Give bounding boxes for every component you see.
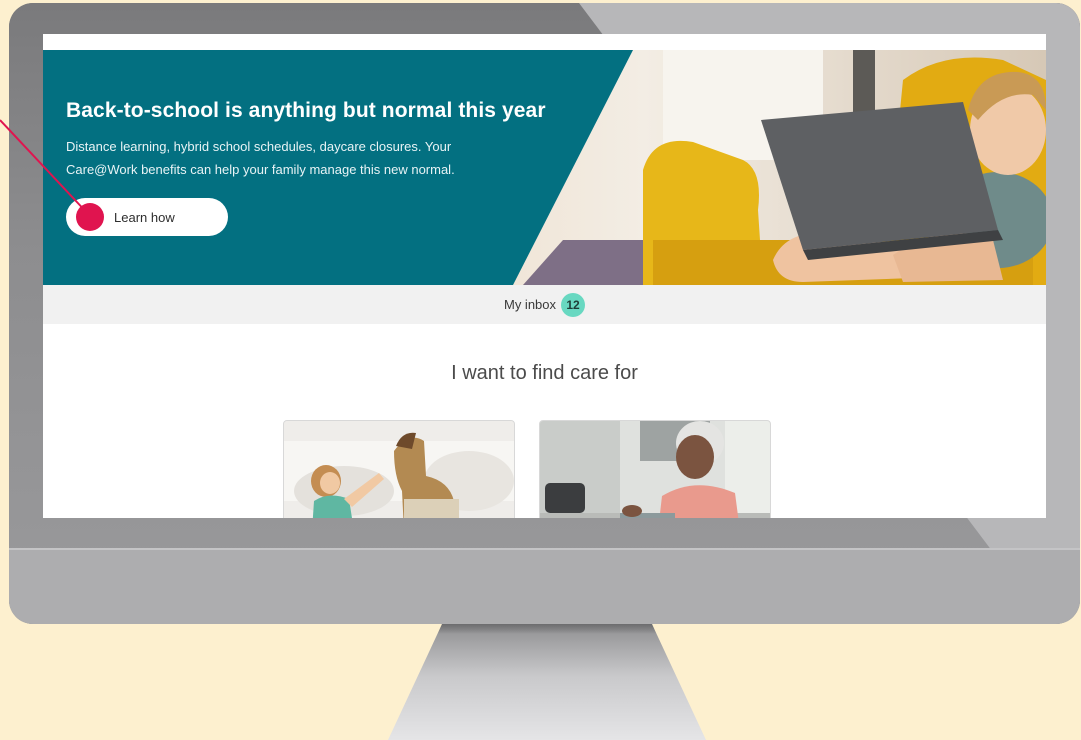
annotation-leader-line — [0, 119, 91, 217]
annotation-marker-dot — [76, 203, 104, 231]
